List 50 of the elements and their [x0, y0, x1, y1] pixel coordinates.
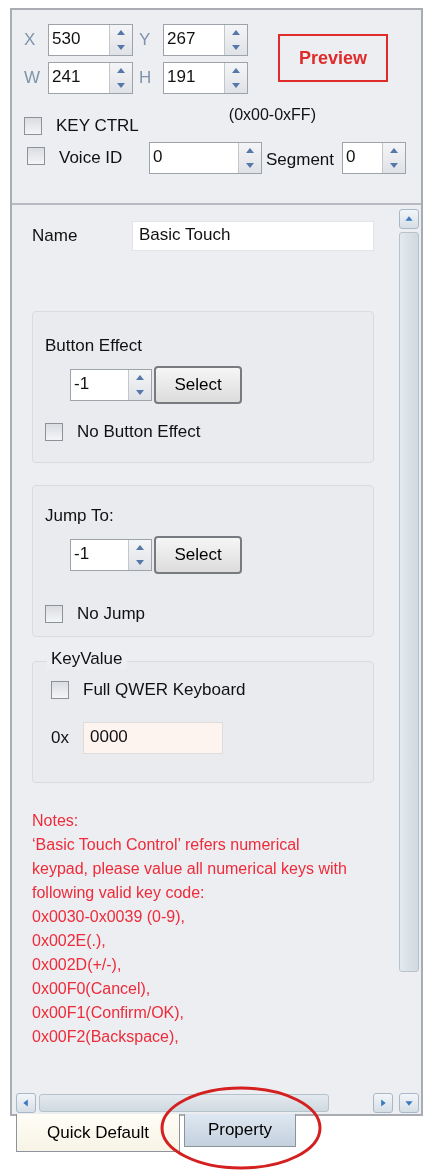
range-hint: (0x00-0xFF)	[228, 106, 316, 124]
scroll-left-button[interactable]	[16, 1093, 36, 1113]
group-title: Jump To:	[45, 506, 115, 526]
scroll-right-button[interactable]	[373, 1093, 393, 1113]
number-field[interactable]: 0	[149, 142, 262, 174]
checkbox[interactable]	[45, 605, 63, 623]
checkbox-label: Full QWER Keyboard	[83, 680, 246, 700]
checkbox-label: Voice ID	[59, 148, 124, 168]
number-field[interactable]: 191	[163, 62, 248, 94]
notes-title: Notes:	[32, 811, 80, 831]
segment-label: Segment	[266, 150, 335, 170]
axis-label: X	[24, 30, 37, 50]
number-field[interactable]: -1	[70, 369, 152, 401]
axis-label: W	[24, 68, 42, 88]
number-field[interactable]: -1	[70, 539, 152, 571]
preview-button[interactable]: Preview	[278, 34, 388, 82]
checkbox[interactable]	[51, 681, 69, 699]
notes-text: ‘Basic Touch Control’ refers numerical keypad, please value all numerical keys with following valid key code:	[32, 835, 348, 903]
hex-prefix: 0x	[51, 728, 69, 748]
select-button[interactable]: Select	[154, 366, 242, 404]
key-code-line: 0x00F2(Backspace),	[32, 1027, 180, 1047]
axis-label: H	[139, 68, 153, 88]
name-label: Name	[32, 226, 79, 246]
number-field[interactable]: 241	[48, 62, 133, 94]
axis-label: Y	[139, 30, 152, 50]
hex-input-field[interactable]: 0000	[82, 722, 223, 754]
name-input-field[interactable]: Basic Touch	[132, 221, 374, 251]
checkbox-label: No Jump	[77, 604, 146, 624]
tab[interactable]: Quick Default	[16, 1114, 180, 1152]
group-title: KeyValue	[47, 649, 127, 669]
checkbox-label: No Button Effect	[77, 422, 201, 442]
checkbox[interactable]	[24, 117, 42, 135]
key-code-line: 0x0030-0x0039 (0-9),	[32, 907, 186, 927]
key-code-line: 0x002D(+/-),	[32, 955, 123, 975]
number-field[interactable]: 267	[163, 24, 248, 56]
scroll-up-button[interactable]	[399, 209, 419, 229]
group-title: Button Effect	[45, 336, 144, 356]
key-code-line: 0x00F0(Cancel),	[32, 979, 152, 999]
key-code-line: 0x002E(.),	[32, 931, 107, 951]
scrollbar-thumb[interactable]	[399, 232, 419, 972]
key-code-line: 0x00F1(Confirm/OK),	[32, 1003, 186, 1023]
checkbox-label: KEY CTRL	[56, 116, 139, 136]
checkbox[interactable]	[27, 147, 45, 165]
scroll-down-button[interactable]	[399, 1093, 419, 1113]
number-field[interactable]: 530	[48, 24, 133, 56]
checkbox[interactable]	[45, 423, 63, 441]
number-field[interactable]: 0	[342, 142, 407, 174]
scrollbar-thumb[interactable]	[39, 1094, 329, 1112]
select-button[interactable]: Select	[154, 536, 242, 574]
tab[interactable]: Property	[184, 1114, 296, 1147]
